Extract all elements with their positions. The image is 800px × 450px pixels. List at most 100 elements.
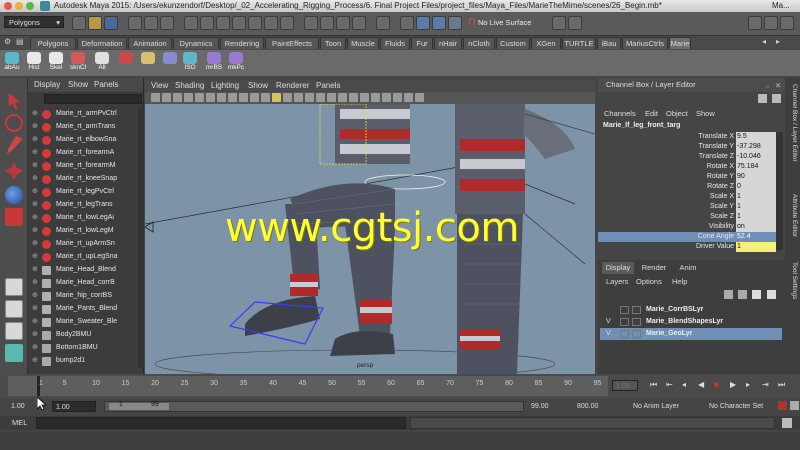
layer-tab-display[interactable]: Display [602,262,634,274]
layer-color-swatch[interactable] [632,318,641,326]
render-settings-icon[interactable] [448,16,462,30]
shelf-tab-mariusctrls[interactable]: MariusCtrls [622,37,668,49]
snap-curve-icon[interactable] [320,16,334,30]
sidetab-channel-box[interactable]: Channel Box / Layer Editor [787,84,798,162]
shelf-button-3[interactable]: sknCl [68,52,88,74]
outliner-item[interactable]: ⊕ Marie_rt_elbowSna [28,134,144,146]
cb-menu-show[interactable]: Show [696,108,715,120]
channel-attr-row[interactable]: Scale Z1 [598,212,776,222]
menuset-dropdown[interactable]: Polygons ▾ [4,16,64,28]
move-layer-down-icon[interactable] [738,290,748,299]
layer-tab-anim[interactable]: Anim [674,262,702,274]
channel-attr-row[interactable]: Cone Angle 52.4 [598,232,776,242]
channel-attr-row[interactable]: Rotate Y 90 [598,172,776,182]
channel-attr-row[interactable]: Rotate Z0 [598,182,776,192]
new-layer-selected-icon[interactable] [766,290,776,299]
layer-menu-options[interactable]: Options [636,276,662,288]
layout-four-icon[interactable] [5,300,23,318]
ssao-icon[interactable] [316,93,325,102]
outliner-search-field[interactable] [44,94,142,104]
field-chart-icon[interactable] [239,93,248,102]
channel-attr-row[interactable]: Translate X 9.5 [598,132,776,142]
select-component-icon[interactable] [160,16,174,30]
outliner-item[interactable]: ⊕ Marie_Sweater_Ble [28,316,144,328]
shelf-menu-icon[interactable]: ⚙ [4,37,14,47]
gate-mask-icon[interactable] [228,93,237,102]
outliner-item[interactable]: ⊕ bump2d1 [28,355,144,367]
anim-end-field[interactable]: 800.00 [574,401,618,412]
outliner-menu-display[interactable]: Display [34,78,60,92]
shelf-tab-toon[interactable]: Toon [320,37,346,49]
expand-icon[interactable]: ⊕ [32,199,38,211]
layer-row[interactable]: Marie_CorrBSLyr [600,304,782,316]
stop-icon[interactable]: ■ [714,380,719,389]
channel-attr-value[interactable]: on [736,222,776,232]
aa-icon[interactable] [338,93,347,102]
channel-attr-row[interactable]: Visibility on [598,222,776,232]
xray-icon[interactable] [371,93,380,102]
expand-icon[interactable]: ⊕ [32,290,38,302]
cb-menu-edit[interactable]: Edit [645,108,658,120]
textured-icon[interactable] [283,93,292,102]
layer-color-swatch[interactable] [632,306,641,314]
film-gate-icon[interactable] [206,93,215,102]
input-ops-icon[interactable] [400,16,414,30]
shelf-tab-dynamics[interactable]: Dynamics [173,37,219,49]
key-icon[interactable] [778,401,787,410]
shelf-button-8[interactable]: ISO [180,52,200,74]
backface-icon[interactable] [415,93,424,102]
outliner-item[interactable]: ⊕ Body2BMU [28,329,144,341]
play-forward-icon[interactable]: ▶ [730,380,736,389]
outliner-menu-show[interactable]: Show [68,78,88,92]
outliner-item[interactable]: ⊕ Marie_rt_lowLegM [28,225,144,237]
mask-rendering-icon[interactable] [280,16,294,30]
shelf-button-4[interactable]: All [92,52,112,74]
grid-icon[interactable] [195,93,204,102]
magnet-icon[interactable]: ⊓ [468,17,476,28]
isolate-select-icon[interactable] [360,93,369,102]
camera-attr-icon[interactable] [162,93,171,102]
shelf-button-6[interactable] [138,52,158,74]
step-forward-frame-icon[interactable]: ▸ [746,380,750,389]
dof-icon[interactable] [349,93,358,102]
xyz-coords-icon[interactable] [552,16,566,30]
go-end-icon[interactable]: ⏭ [778,380,785,390]
rotate-tool-icon[interactable] [5,186,23,204]
outliner-scrollbar[interactable] [138,108,144,368]
snap-view-plane-icon[interactable] [352,16,366,30]
two-sided-icon[interactable] [404,93,413,102]
shelf-tab-turtle[interactable]: TURTLE [562,37,596,49]
safe-action-icon[interactable] [250,93,259,102]
float-panel-icon[interactable]: ▫ [766,80,769,94]
outliner-menu-panels[interactable]: Panels [94,78,118,92]
outliner-item[interactable]: ⊕ Marie_rt_forearmM [28,160,144,172]
shelf-tab-deformation[interactable]: Deformation [77,37,127,49]
expand-icon[interactable]: ⊕ [32,212,38,224]
viewport-menu-renderer[interactable]: Renderer [276,80,309,92]
show-attribute-editor-icon[interactable] [764,16,778,30]
xray-joints-icon[interactable] [382,93,391,102]
shelf-tab-ibau[interactable]: iBau [597,37,621,49]
expand-icon[interactable]: ⊕ [32,121,38,133]
outliner-item[interactable]: ⊕ Bottom1BMU [28,342,144,354]
viewport-menu-view[interactable]: View [151,80,168,92]
mask-handles-icon[interactable] [184,16,198,30]
viewport-menu-panels[interactable]: Panels [316,80,340,92]
select-object-icon[interactable] [144,16,158,30]
step-back-frame-icon[interactable]: ◂ [682,380,686,389]
outliner-item[interactable]: ⊕ Marie_rt_forearmA [28,147,144,159]
wireframe-icon[interactable] [261,93,270,102]
shelf-button-0[interactable]: abAu [2,52,22,74]
current-frame-field[interactable]: 1.00 [612,380,638,391]
channel-attr-value[interactable]: 0 [736,182,776,192]
viewport-menu-show[interactable]: Show [248,80,268,92]
shelf-button-7[interactable] [160,52,180,74]
move-layer-up-icon[interactable] [724,290,733,299]
channel-attr-value[interactable]: 90 [736,172,776,182]
shelf-tab-fluids[interactable]: Fluids [380,37,410,49]
save-scene-icon[interactable] [104,16,118,30]
show-tool-settings-icon[interactable] [780,16,794,30]
time-slider[interactable]: 1 5 10 15 20 25 30 35 40 45 50 55 60 65 70 75 80 85 90 95 1… [0,374,800,398]
script-editor-icon[interactable] [782,418,792,428]
cb-menu-channels[interactable]: Channels [604,108,636,120]
